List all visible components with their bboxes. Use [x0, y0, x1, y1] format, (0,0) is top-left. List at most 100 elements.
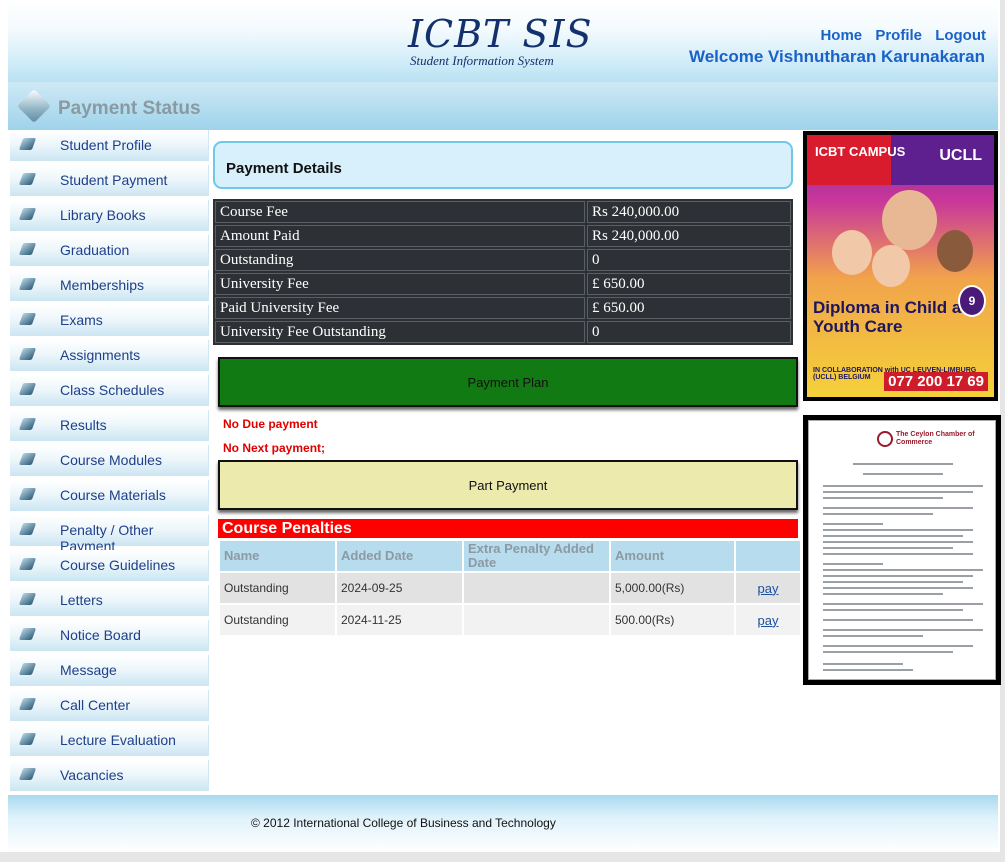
logout-link[interactable]: Logout: [935, 27, 986, 44]
penalty-extra-date: [464, 573, 609, 603]
text-line: [823, 569, 983, 571]
column-header-extra-penalty-date: Extra Penalty Added Date: [464, 541, 609, 571]
fee-label: Outstanding: [215, 249, 585, 271]
top-nav: Home Profile Logout: [811, 27, 986, 44]
sidebar-item-label: Exams: [60, 312, 103, 328]
text-line: [823, 593, 943, 595]
text-line: [823, 635, 923, 637]
pay-link[interactable]: pay: [758, 613, 779, 628]
fee-value: £ 650.00: [587, 297, 791, 319]
sidebar-item-vacancies[interactable]: Vacancies: [10, 760, 209, 791]
bullet-icon: [18, 698, 37, 710]
sidebar-item-student-payment[interactable]: Student Payment: [10, 165, 209, 196]
text-line: [823, 581, 963, 583]
text-line: [823, 507, 973, 509]
bullet-icon: [18, 488, 37, 500]
sidebar-item-course-modules[interactable]: Course Modules: [10, 445, 209, 476]
column-header-action: [736, 541, 800, 571]
bullet-icon: [18, 278, 37, 290]
sidebar-item-letters[interactable]: Letters: [10, 585, 209, 616]
table-row: Course Fee Rs 240,000.00: [215, 201, 791, 223]
sidebar-item-class-schedules[interactable]: Class Schedules: [10, 375, 209, 406]
sidebar-item-student-profile[interactable]: Student Profile: [10, 130, 209, 161]
sidebar-item-penalty-other-payment[interactable]: Penalty / Other Payment: [10, 515, 209, 554]
fee-label: Paid University Fee: [215, 297, 585, 319]
text-line: [823, 587, 973, 589]
fee-label: University Fee: [215, 273, 585, 295]
sidebar-item-label: Letters: [60, 592, 103, 608]
text-line: [823, 663, 903, 665]
penalty-action-cell: pay: [736, 573, 800, 603]
sidebar-item-exams[interactable]: Exams: [10, 305, 209, 336]
payment-plan-button[interactable]: Payment Plan: [218, 357, 798, 407]
no-next-message: No Next payment;: [223, 441, 326, 455]
ad-phone: 077 200 17 69: [884, 372, 988, 391]
sidebar-item-library-books[interactable]: Library Books: [10, 200, 209, 231]
payment-details-header: Payment Details: [213, 141, 793, 189]
ad-badge: 9: [958, 285, 986, 317]
sidebar-item-label: Results: [60, 417, 107, 433]
chamber-logo-icon: [877, 431, 893, 447]
home-link[interactable]: Home: [820, 27, 862, 44]
sidebar: Student Profile Student Payment Library …: [10, 130, 209, 795]
ucll-logo: UCLL: [939, 147, 982, 164]
part-payment-button[interactable]: Part Payment: [218, 460, 798, 510]
bullet-icon: [18, 453, 37, 465]
fee-value: £ 650.00: [587, 273, 791, 295]
penalty-extra-date: [464, 605, 609, 635]
bullet-icon: [18, 243, 37, 255]
copyright-text: © 2012 International College of Business…: [251, 816, 556, 830]
sidebar-item-graduation[interactable]: Graduation: [10, 235, 209, 266]
bullet-icon: [18, 523, 37, 535]
sidebar-item-label: Lecture Evaluation: [60, 732, 176, 748]
text-line: [863, 473, 943, 475]
text-line: [823, 529, 973, 531]
table-row: Outstanding 0: [215, 249, 791, 271]
sidebar-item-lecture-evaluation[interactable]: Lecture Evaluation: [10, 725, 209, 756]
sidebar-item-label: Message: [60, 662, 117, 678]
penalty-amount: 5,000.00(Rs): [611, 573, 734, 603]
sidebar-item-assignments[interactable]: Assignments: [10, 340, 209, 371]
profile-link[interactable]: Profile: [875, 27, 922, 44]
page-title-bar: Payment Status: [8, 82, 998, 130]
table-row: Outstanding 2024-09-25 5,000.00(Rs) pay: [220, 573, 800, 603]
text-line: [823, 563, 883, 565]
text-line: [823, 523, 883, 525]
sidebar-item-memberships[interactable]: Memberships: [10, 270, 209, 301]
diploma-ad-banner[interactable]: ICBT CAMPUS UCLL Diploma in Child and Yo…: [803, 131, 998, 401]
notice-document: The Ceylon Chamber of Commerce: [808, 420, 996, 680]
bullet-icon: [18, 663, 37, 675]
page-frame: ICBT SIS Student Information System Home…: [0, 0, 1001, 852]
sidebar-item-call-center[interactable]: Call Center: [10, 690, 209, 721]
bullet-icon: [18, 173, 37, 185]
children-photo: [827, 190, 977, 290]
sidebar-item-course-guidelines[interactable]: Course Guidelines: [10, 550, 209, 581]
table-row: Amount Paid Rs 240,000.00: [215, 225, 791, 247]
table-header-row: Name Added Date Extra Penalty Added Date…: [220, 541, 800, 571]
sidebar-item-results[interactable]: Results: [10, 410, 209, 441]
vacancy-notice-banner[interactable]: The Ceylon Chamber of Commerce: [803, 415, 1001, 685]
bullet-icon: [18, 628, 37, 640]
penalty-name: Outstanding: [220, 605, 335, 635]
bullet-icon: [18, 208, 37, 220]
sidebar-item-notice-board[interactable]: Notice Board: [10, 620, 209, 651]
bullet-icon: [18, 418, 37, 430]
sidebar-item-label: Course Modules: [60, 452, 162, 468]
sidebar-item-message[interactable]: Message: [10, 655, 209, 686]
text-line: [823, 645, 973, 647]
bullet-icon: [18, 593, 37, 605]
sidebar-item-label: Memberships: [60, 277, 145, 293]
diamond-icon: [17, 89, 51, 123]
sidebar-item-label: Library Books: [60, 207, 146, 223]
pay-link[interactable]: pay: [758, 581, 779, 596]
bullet-icon: [18, 768, 37, 780]
sidebar-item-label: Graduation: [60, 242, 130, 258]
text-line: [823, 491, 973, 493]
no-due-message: No Due payment: [223, 417, 318, 431]
chamber-logo-text: The Ceylon Chamber of Commerce: [896, 431, 975, 446]
bullet-icon: [18, 558, 37, 570]
table-row: Paid University Fee £ 650.00: [215, 297, 791, 319]
text-line: [823, 609, 963, 611]
sidebar-item-label: Student Payment: [60, 172, 168, 188]
sidebar-item-course-materials[interactable]: Course Materials: [10, 480, 209, 511]
